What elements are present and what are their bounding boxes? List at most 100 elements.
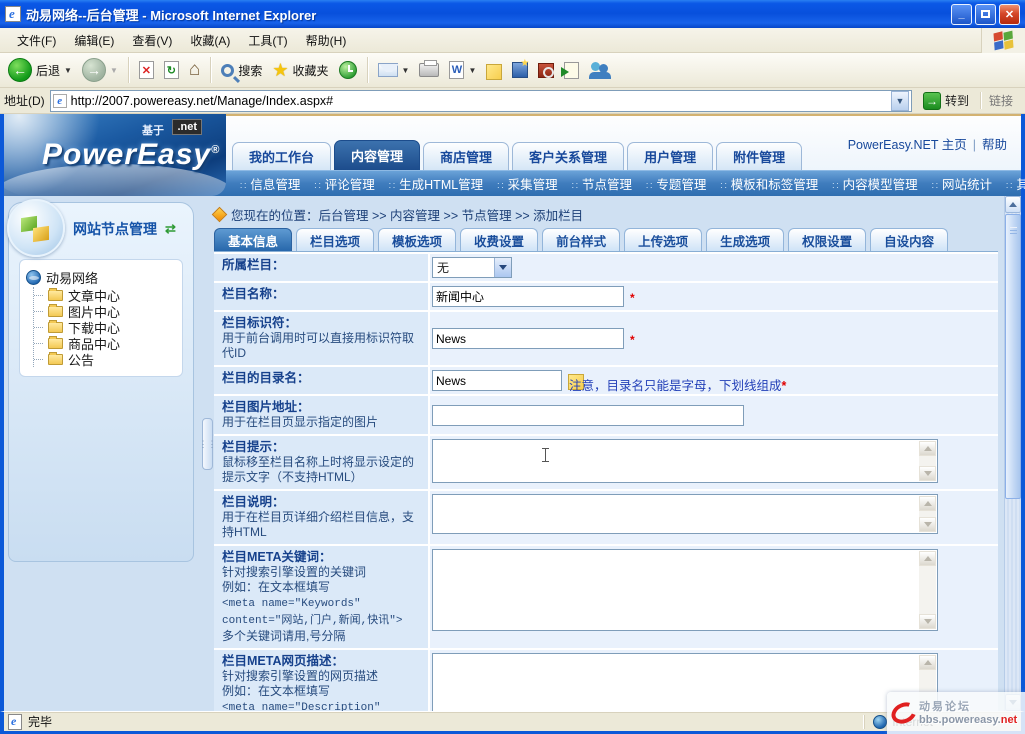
meta-keywords-textarea[interactable]: [432, 549, 938, 631]
image-url-input[interactable]: [432, 405, 744, 426]
scrollbar-thumb[interactable]: [1005, 214, 1021, 499]
tab-my-workbench[interactable]: 我的工作台: [232, 142, 331, 170]
tab-crm[interactable]: 客户关系管理: [512, 142, 624, 170]
forward-button[interactable]: → ▼: [78, 56, 122, 84]
refresh-button[interactable]: ↻: [160, 59, 183, 81]
help-link[interactable]: 帮助: [982, 138, 1007, 152]
select-dropdown-icon[interactable]: [494, 258, 511, 277]
menu-view[interactable]: 查看(V): [123, 29, 181, 52]
menu-favorites[interactable]: 收藏(A): [181, 29, 239, 52]
home-button[interactable]: ⌂: [185, 57, 204, 83]
stop-button[interactable]: ✕: [135, 59, 158, 81]
field-label: 栏目的目录名：: [222, 371, 310, 385]
form-row-parent-column: 所属栏目： 无: [214, 254, 998, 281]
sidebar-splitter-handle[interactable]: ⋮⋮: [202, 418, 213, 470]
field-hint-code: <meta name="Description" content="网站,门户,…: [222, 702, 402, 711]
scroll-down-icon[interactable]: [919, 517, 936, 532]
links-button[interactable]: 链接: [980, 92, 1021, 109]
subnav-comment[interactable]: 评论管理: [308, 174, 380, 193]
folder-icon: [48, 306, 63, 317]
tab-charge-settings[interactable]: 收费设置: [460, 228, 538, 251]
column-tip-textarea[interactable]: [432, 439, 938, 483]
tab-content-management[interactable]: 内容管理: [334, 140, 420, 170]
menu-file[interactable]: 文件(F): [8, 29, 65, 52]
parent-column-select[interactable]: 无: [432, 257, 512, 278]
main-content: 您现在的位置：后台管理 >> 内容管理 >> 节点管理 >> 添加栏目 基本信息…: [200, 196, 1004, 711]
tab-column-options[interactable]: 栏目选项: [296, 228, 374, 251]
close-button[interactable]: ✕: [999, 4, 1020, 25]
status-bar: 完毕 Internet: [0, 711, 1025, 734]
tab-template-options[interactable]: 模板选项: [378, 228, 456, 251]
logo-basedon-label: 基于: [142, 122, 164, 138]
mail-button[interactable]: ▼: [374, 61, 414, 79]
minimize-button[interactable]: _: [951, 4, 972, 25]
tree-root[interactable]: 动易网络: [26, 268, 176, 287]
subnav-special[interactable]: 专题管理: [640, 174, 712, 193]
tab-custom-content[interactable]: 自设内容: [870, 228, 948, 251]
meta-description-textarea[interactable]: [432, 653, 938, 711]
content-tabs: 基本信息 栏目选项 模板选项 收费设置 前台样式 上传选项 生成选项 权限设置 …: [214, 228, 998, 251]
edit-button[interactable]: W▼: [445, 59, 480, 81]
back-dropdown-icon[interactable]: ▼: [64, 66, 72, 75]
column-description-textarea[interactable]: [432, 494, 938, 534]
tab-user-management[interactable]: 用户管理: [627, 142, 713, 170]
subnav-template[interactable]: 模板和标签管理: [714, 174, 824, 193]
subnav-model[interactable]: 内容模型管理: [826, 174, 923, 193]
tree-root-label: 动易网络: [46, 268, 98, 287]
scroll-up-icon[interactable]: [919, 441, 936, 456]
go-button[interactable]: → 转到: [917, 90, 975, 112]
add-column-form: 所属栏目： 无 栏目名称： *: [214, 251, 998, 711]
subnav-html[interactable]: 生成HTML管理: [383, 174, 489, 193]
address-dropdown-icon[interactable]: ▼: [891, 91, 909, 111]
scrollbar-track[interactable]: [1005, 500, 1021, 694]
scroll-up-icon[interactable]: [919, 551, 936, 566]
tab-generate-options[interactable]: 生成选项: [706, 228, 784, 251]
scroll-up-icon[interactable]: [919, 655, 936, 670]
messenger-button[interactable]: [585, 60, 615, 81]
print-button[interactable]: [415, 61, 443, 79]
form-row-column-name: 栏目名称： *: [214, 283, 998, 310]
discuss-button[interactable]: [482, 59, 506, 82]
subnav-stats[interactable]: 网站统计: [926, 174, 998, 193]
publish-button[interactable]: [560, 60, 583, 81]
research-button[interactable]: [534, 61, 558, 80]
search-button[interactable]: 搜索: [217, 60, 266, 81]
subnav-info[interactable]: 信息管理: [234, 174, 306, 193]
history-button[interactable]: [335, 59, 361, 81]
tab-shop-management[interactable]: 商店管理: [423, 142, 509, 170]
directory-name-input[interactable]: [432, 370, 562, 391]
tab-attachment-management[interactable]: 附件管理: [716, 142, 802, 170]
favorites-button[interactable]: ★ 收藏夹: [268, 58, 332, 83]
mail-dropdown-icon[interactable]: ▼: [402, 66, 410, 75]
menu-edit[interactable]: 编辑(E): [65, 29, 123, 52]
textarea-scrollbar: [919, 551, 936, 629]
column-name-input[interactable]: [432, 286, 624, 307]
scroll-up-icon[interactable]: [919, 496, 936, 511]
tab-front-style[interactable]: 前台样式: [542, 228, 620, 251]
scroll-down-icon[interactable]: [919, 614, 936, 629]
note-icon: [486, 64, 502, 80]
forward-dropdown-icon: ▼: [110, 66, 118, 75]
scroll-down-icon[interactable]: [919, 466, 936, 481]
edit-dropdown-icon[interactable]: ▼: [468, 66, 476, 75]
tree-item-notice[interactable]: 公告: [34, 351, 176, 367]
tab-permission-settings[interactable]: 权限设置: [788, 228, 866, 251]
subnav-node[interactable]: 节点管理: [566, 174, 638, 193]
media-button[interactable]: [508, 60, 532, 80]
tree-item-product[interactable]: 商品中心: [34, 335, 176, 351]
portal-link[interactable]: PowerEasy.NET 主页: [848, 138, 967, 152]
back-button[interactable]: ← 后退 ▼: [4, 56, 76, 84]
address-input[interactable]: [71, 94, 887, 108]
scrollbar-up-icon[interactable]: [1005, 196, 1021, 213]
identifier-input[interactable]: [432, 328, 624, 349]
refresh-tree-icon[interactable]: ⇄: [165, 221, 176, 237]
vertical-scrollbar[interactable]: [1004, 196, 1021, 711]
tab-upload-options[interactable]: 上传选项: [624, 228, 702, 251]
toolbar-separator: [367, 57, 368, 83]
menu-help[interactable]: 帮助(H): [297, 29, 356, 52]
tab-basic-info[interactable]: 基本信息: [214, 228, 292, 251]
maximize-button[interactable]: [975, 4, 996, 25]
subnav-collect[interactable]: 采集管理: [491, 174, 563, 193]
menu-tools[interactable]: 工具(T): [239, 29, 296, 52]
subnav-other[interactable]: 其他管理: [1000, 174, 1025, 193]
